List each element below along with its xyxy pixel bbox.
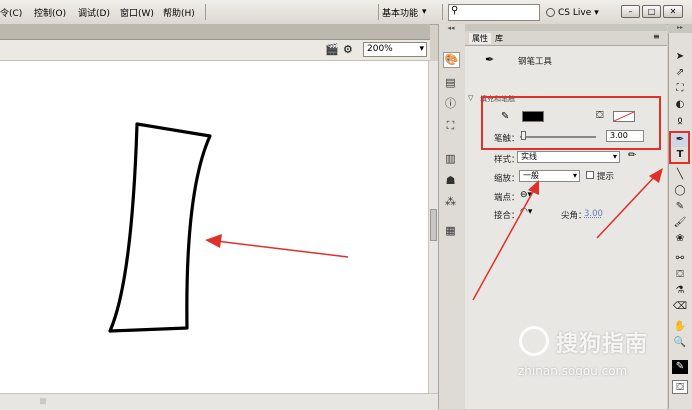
search-input[interactable]: ⚲ <box>448 4 540 21</box>
search-icon: ⚲ <box>451 5 459 16</box>
menu-help[interactable]: 帮助(H) <box>163 6 195 19</box>
tab-properties[interactable]: 属性 <box>469 33 491 44</box>
menu-window[interactable]: 窗口(W) <box>120 6 154 19</box>
tools-collapse-icon[interactable]: ▸▸ <box>668 24 692 33</box>
horizontal-scrollbar[interactable]: ||| <box>0 393 438 410</box>
stage-edit-bar: 🎬 ⚙ 200% ▾ <box>0 40 430 61</box>
fill-bucket-icon: ⛋ <box>596 110 604 121</box>
motion-presets-icon[interactable]: ⁂ <box>443 195 458 209</box>
edit-symbol-icon[interactable]: ⚙ <box>343 43 353 56</box>
cs-live-label: CS Live <box>558 7 592 18</box>
annotation-arrow-head <box>205 234 222 248</box>
watermark-url: zhinan.sogou.com <box>518 364 628 378</box>
color-palette-icon[interactable]: 🎨 <box>443 52 460 68</box>
history-icon[interactable]: ▥ <box>443 152 458 166</box>
components-icon[interactable]: ☗ <box>443 174 458 188</box>
hand-tool-icon[interactable]: ✋ <box>672 320 688 334</box>
stroke-color-tool-icon[interactable]: ✎ <box>672 360 688 374</box>
edit-scene-icon[interactable]: 🎬 <box>325 43 339 56</box>
panel-menu-icon[interactable]: ≡ <box>653 32 660 41</box>
zoom-select[interactable]: 200% ▾ <box>363 42 427 57</box>
pencil-tool-icon[interactable]: ✎ <box>672 200 688 214</box>
close-button[interactable]: ✕ <box>663 5 683 18</box>
text-tool-icon[interactable]: T <box>672 148 688 162</box>
drawing-layer <box>108 122 349 333</box>
fill-color-tool-icon[interactable]: ⛋ <box>672 380 688 394</box>
menu-divider <box>378 4 379 20</box>
pen-drawn-shape <box>108 122 212 333</box>
free-transform-tool-icon[interactable]: ⛶ <box>672 82 688 96</box>
lasso-tool-icon[interactable]: ჲ <box>672 114 688 128</box>
line-tool-icon[interactable]: ╲ <box>672 168 688 182</box>
movie-explorer-icon[interactable]: ▦ <box>443 224 458 238</box>
cs-live-button[interactable]: CS Live ▾ <box>546 4 599 21</box>
stroke-color-icon: ✎ <box>501 111 510 122</box>
align-icon[interactable]: ▤ <box>443 76 458 90</box>
oval-tool-icon[interactable]: ◯ <box>672 184 688 198</box>
selection-tool-icon[interactable]: ➤ <box>672 50 688 64</box>
chevron-down-icon: ▾ <box>422 7 427 17</box>
3d-rotation-tool-icon[interactable]: ◐ <box>672 98 688 112</box>
workspace-switcher[interactable]: 基本功能 ▾ <box>382 3 440 21</box>
stroke-slider-handle[interactable] <box>521 131 526 140</box>
annotation-arrow-line <box>215 240 349 258</box>
scrollbar-grip[interactable]: ||| <box>40 398 48 405</box>
tool-name: 钢笔工具 <box>518 57 553 67</box>
deco-tool-icon[interactable]: ❀ <box>672 232 688 246</box>
panel-tab-bar: 属性 库 ≡ <box>465 31 667 46</box>
info-icon[interactable]: ⓘ <box>443 97 458 111</box>
annotation-arrow-head <box>528 180 539 195</box>
menu-commands[interactable]: 令(C) <box>0 6 22 19</box>
eraser-tool-icon[interactable]: ⌫ <box>672 300 688 314</box>
minimize-button[interactable]: – <box>621 5 640 18</box>
maximize-button[interactable]: □ <box>642 5 661 18</box>
stage-canvas[interactable] <box>0 61 428 393</box>
sogou-logo-icon <box>519 326 549 356</box>
workspace-label: 基本功能 <box>382 8 419 19</box>
pen-tool-icon[interactable]: ✒ <box>672 133 688 147</box>
menu-divider <box>442 4 443 20</box>
fill-color-swatch[interactable] <box>613 111 635 122</box>
stroke-color-swatch[interactable] <box>522 111 544 122</box>
scrollbar-thumb[interactable] <box>430 209 437 241</box>
paint-bucket-tool-icon[interactable]: ⛋ <box>672 268 688 282</box>
brush-tool-icon[interactable]: 🖌 <box>672 216 688 230</box>
menu-debug[interactable]: 调试(D) <box>78 6 110 19</box>
stroke-slider-track[interactable] <box>520 136 596 138</box>
subselection-tool-icon[interactable]: ⇗ <box>672 66 688 80</box>
panel-header <box>465 24 667 31</box>
document-tab-bar <box>0 24 430 40</box>
annotation-arrow-line <box>596 173 658 239</box>
cs-live-icon <box>546 8 555 17</box>
eyedropper-tool-icon[interactable]: ⚗ <box>672 284 688 298</box>
menu-control[interactable]: 控制(O) <box>34 6 66 19</box>
annotation-arrow-line <box>472 187 536 301</box>
annotation-arrows <box>472 168 663 301</box>
menu-divider <box>205 4 206 20</box>
pen-tool-icon: ✒ <box>485 53 495 66</box>
chevron-down-icon: ▾ <box>594 7 599 18</box>
watermark-text: 搜狗指南 <box>556 332 649 357</box>
tab-library[interactable]: 库 <box>495 33 503 44</box>
expand-triangle-icon[interactable]: ▽ <box>468 94 473 102</box>
chevron-down-icon: ▾ <box>419 44 424 54</box>
collapse-icon[interactable]: ◂◂ <box>440 24 462 34</box>
zoom-value: 200% <box>367 44 393 54</box>
transform-icon[interactable]: ⛶ <box>443 119 458 133</box>
bone-tool-icon[interactable]: ⚯ <box>672 252 688 266</box>
no-color-slash-icon <box>614 112 634 121</box>
zoom-tool-icon[interactable]: 🔍 <box>672 336 688 350</box>
